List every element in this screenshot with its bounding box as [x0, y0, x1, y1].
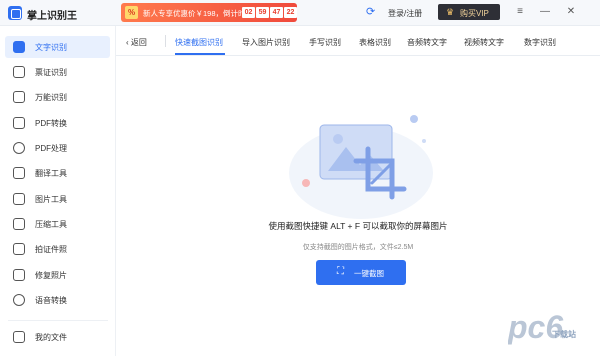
countdown-minutes: 59 [256, 7, 269, 18]
sidebar-item-label: PDF转换 [35, 119, 67, 128]
tab-audio-to-text[interactable]: 音频转文字 [407, 37, 447, 48]
back-button[interactable]: ‹ 返回 [126, 37, 147, 48]
countdown-hours: 02 [242, 7, 255, 18]
tab-video-to-text[interactable]: 视频转文字 [464, 37, 504, 48]
pc6-logo-icon: pc6 [507, 309, 563, 345]
one-click-screenshot-button[interactable]: ⛶ 一键截图 [316, 260, 406, 285]
watermark: pc6 下载站 [507, 300, 598, 352]
sync-icon[interactable]: ⟳ [366, 6, 376, 18]
sidebar-item-my-files[interactable]: 我的文件 [5, 326, 110, 348]
sidebar-item-label: 图片工具 [35, 195, 67, 204]
login-register-link[interactable]: 登录/注册 [388, 8, 422, 19]
folder-icon [13, 331, 25, 343]
crown-icon: ♛ [446, 7, 455, 17]
tab-quick-screenshot[interactable]: 快速截图识别 [175, 37, 223, 48]
format-note: 仅支持截图的图片格式，文件≤2.5M [302, 244, 414, 251]
buy-vip-label: 购买VIP [460, 9, 489, 18]
sidebar: 文字识别 票证识别 万能识别 PDF转换 PDF处理 翻译工具 图片工具 压缩工… [0, 26, 116, 356]
sidebar-item-label: 修复照片 [35, 271, 67, 280]
close-icon[interactable]: ✕ [563, 4, 579, 20]
tab-handwriting[interactable]: 手写识别 [309, 37, 341, 48]
app-title: 掌上识别王 [27, 11, 77, 22]
tab-separator [165, 35, 166, 47]
voice-convert-icon [13, 294, 25, 306]
translate-icon [13, 167, 25, 179]
sidebar-item-pdf-process[interactable]: PDF处理 [5, 137, 110, 159]
promo-discount-icon: % [125, 6, 138, 19]
sidebar-item-id-photo[interactable]: 拍证件照 [5, 238, 110, 260]
sidebar-item-image-tool[interactable]: 图片工具 [5, 188, 110, 210]
sidebar-item-translate[interactable]: 翻译工具 [5, 162, 110, 184]
universal-scan-icon [13, 91, 25, 103]
sidebar-item-label: PDF处理 [35, 144, 67, 153]
sidebar-item-text-recognition[interactable]: 文字识别 [5, 36, 110, 58]
sidebar-item-label: 翻译工具 [35, 169, 67, 178]
sidebar-item-label: 语音转换 [35, 296, 67, 305]
buy-vip-button[interactable]: ♛ 购买VIP [438, 4, 500, 20]
tab-bar: ‹ 返回 快速截图识别 导入图片识别 手写识别 表格识别 音频转文字 视频转文字… [116, 26, 600, 56]
countdown-seconds: 47 [270, 7, 283, 18]
id-photo-icon [13, 243, 25, 255]
tab-table[interactable]: 表格识别 [359, 37, 391, 48]
back-label: 返回 [130, 38, 147, 47]
sidebar-item-universal-recognition[interactable]: 万能识别 [5, 86, 110, 108]
app-logo-icon [8, 6, 22, 20]
pdf-convert-icon [13, 117, 25, 129]
ticket-icon [13, 66, 25, 78]
sidebar-item-label: 压缩工具 [35, 220, 67, 229]
crop-icon: ⛶ [337, 266, 344, 277]
tab-number-recognition[interactable]: 数字识别 [524, 37, 556, 48]
my-files-label: 我的文件 [35, 333, 67, 342]
sidebar-item-compress[interactable]: 压缩工具 [5, 213, 110, 235]
pdf-process-icon [13, 142, 25, 154]
countdown-centiseconds: 22 [284, 7, 297, 18]
watermark-subtext: 下载站 [552, 330, 576, 339]
photo-repair-icon [13, 269, 25, 281]
promo-text: 新人专享优惠价￥198，倒计时 [143, 9, 246, 18]
menu-icon[interactable]: ≡ [512, 4, 528, 20]
sidebar-item-label: 票证识别 [35, 68, 67, 77]
title-bar: 掌上识别王 % 新人专享优惠价￥198，倒计时 02 59 47 22 ⟳ 登录… [0, 0, 600, 26]
sidebar-item-voice-convert[interactable]: 语音转换 [5, 289, 110, 311]
sidebar-item-pdf-convert[interactable]: PDF转换 [5, 112, 110, 134]
active-tab-indicator [175, 53, 225, 55]
screenshot-illustration [289, 115, 433, 219]
sidebar-divider [8, 320, 108, 321]
promo-banner[interactable]: % 新人专享优惠价￥198，倒计时 02 59 47 22 [121, 3, 297, 22]
screenshot-instruction: 使用截图快捷键 ALT + F 可以截取你的屏幕图片 [268, 221, 448, 231]
sidebar-item-ticket-recognition[interactable]: 票证识别 [5, 61, 110, 83]
screenshot-button-label: 一键截图 [354, 269, 384, 278]
sidebar-item-label: 拍证件照 [35, 245, 67, 254]
minimize-icon[interactable]: — [537, 4, 553, 20]
tab-import-image[interactable]: 导入图片识别 [242, 37, 290, 48]
compress-icon [13, 218, 25, 230]
sidebar-item-photo-repair[interactable]: 修复照片 [5, 264, 110, 286]
image-tool-icon [13, 193, 25, 205]
text-recognition-icon [13, 41, 25, 53]
sidebar-item-label: 万能识别 [35, 93, 67, 102]
sidebar-item-label: 文字识别 [35, 43, 67, 52]
